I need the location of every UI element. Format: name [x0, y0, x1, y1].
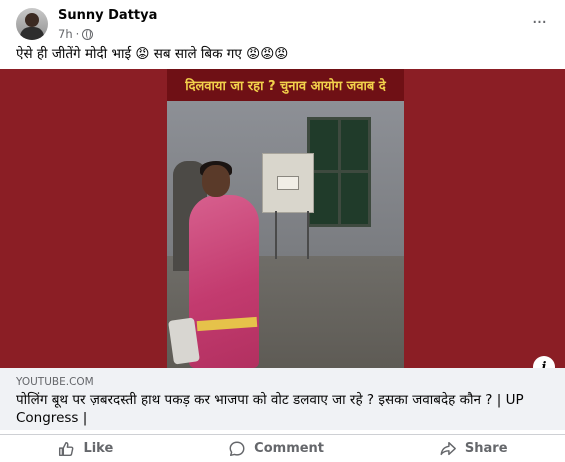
like-label: Like [83, 441, 114, 456]
avatar[interactable] [16, 8, 48, 40]
booth-stand [275, 211, 309, 259]
post-meta: 7h · [58, 27, 94, 41]
avatar-head [25, 13, 39, 27]
like-button[interactable]: Like [57, 440, 113, 458]
link-preview[interactable]: YOUTUBE.COM पोलिंग बूथ पर ज़बरदस्ती हाथ … [0, 368, 565, 430]
globe-icon [82, 28, 94, 40]
info-icon[interactable]: i [533, 356, 555, 368]
action-bar: Like Comment Share [0, 434, 565, 462]
link-title[interactable]: पोलिंग बूथ पर ज़बरदस्ती हाथ पकड़ कर भाजप… [16, 391, 546, 427]
woman-figure [189, 195, 259, 368]
video-thumbnail[interactable]: दिलवाया जा रहा ? चुनाव आयोग जवाब दे i [0, 69, 565, 368]
facebook-post: Sunny Dattya 7h · ··· ऐसे ही जीतेंगे मोद… [0, 0, 565, 461]
comment-icon [229, 441, 245, 456]
more-options-button[interactable]: ··· [527, 10, 551, 34]
comment-label: Comment [254, 441, 325, 456]
booth-label [277, 176, 299, 190]
video-banner: दिलवाया जा रहा ? चुनाव आयोग जवाब दे [167, 69, 404, 101]
window [307, 117, 371, 227]
share-button[interactable]: Share [439, 440, 508, 458]
woman-head [202, 165, 230, 197]
post-timestamp[interactable]: 7h [58, 27, 73, 41]
link-domain: YOUTUBE.COM [16, 376, 94, 388]
timestamp-separator: · [75, 27, 80, 41]
post-caption: ऐसे ही जीतेंगे मोदी भाई 😡 सब साले बिक गए… [16, 46, 289, 62]
comment-button[interactable]: Comment [228, 440, 324, 458]
like-icon [59, 441, 74, 456]
share-icon [440, 441, 456, 455]
voting-booth [262, 153, 314, 213]
avatar-body [20, 27, 44, 40]
author-name[interactable]: Sunny Dattya [58, 8, 157, 23]
share-label: Share [464, 441, 508, 456]
video-frame: दिलवाया जा रहा ? चुनाव आयोग जवाब दे [167, 69, 404, 368]
